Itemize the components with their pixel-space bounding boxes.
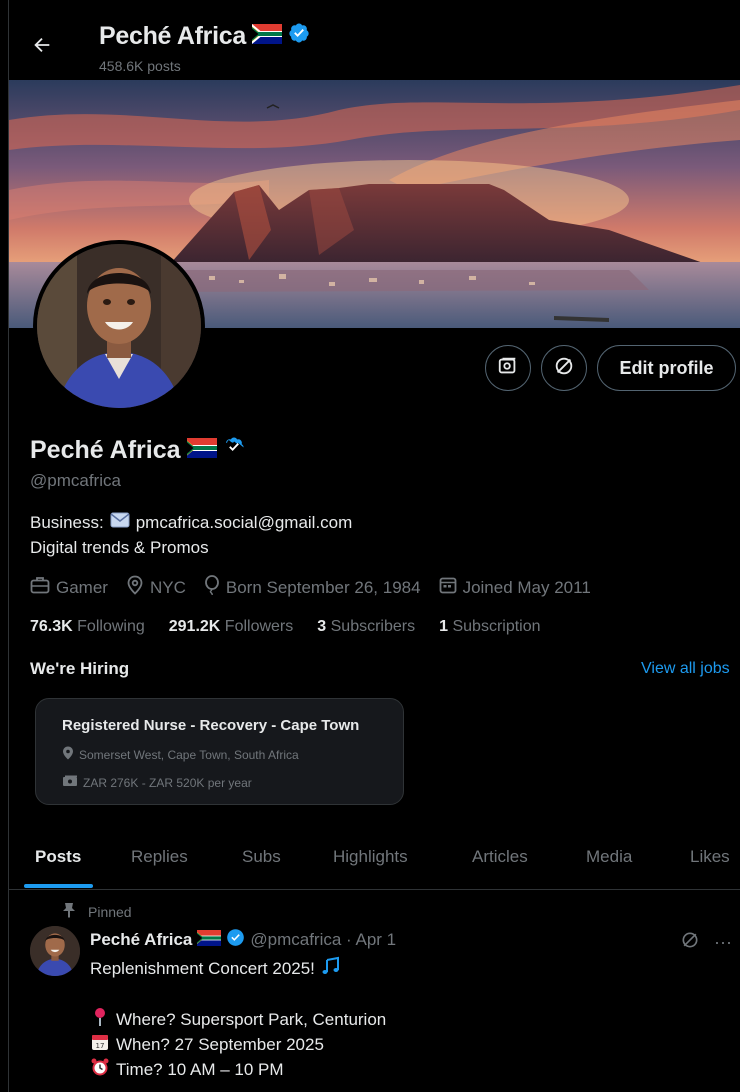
location-pin-icon <box>62 746 74 763</box>
active-tab-indicator <box>24 884 93 888</box>
job-salary: ZAR 276K - ZAR 520K per year <box>62 775 252 790</box>
pinned-label: Pinned <box>62 902 132 921</box>
header-title: Peché Africa <box>99 22 310 51</box>
meta-joined-text: Joined May 2011 <box>462 577 591 597</box>
verified-badge-icon <box>226 928 245 952</box>
view-all-jobs-link[interactable]: View all jobs <box>641 660 730 678</box>
subscription-link[interactable]: 1 Subscription <box>439 618 540 636</box>
grok-button[interactable] <box>485 345 531 391</box>
profile-avatar[interactable] <box>33 240 205 412</box>
profile-tabs: Posts Replies Subs Highlights Articles M… <box>9 830 740 890</box>
back-arrow-icon[interactable] <box>31 34 53 56</box>
post-author[interactable]: Peché Africa <box>90 930 192 950</box>
bio-email[interactable]: pmcafrica.social@gmail.com <box>136 513 353 533</box>
pushpin-emoji-icon <box>90 1007 110 1032</box>
post-time-text: Time? 10 AM – 10 PM <box>116 1059 284 1079</box>
svg-text:17: 17 <box>96 1042 105 1050</box>
pinned-text: Pinned <box>88 903 132 920</box>
subscription-label: Subscription <box>452 618 541 635</box>
tab-replies[interactable]: Replies <box>131 847 188 867</box>
verified-badge-icon[interactable] <box>223 436 245 465</box>
tab-media[interactable]: Media <box>586 847 632 867</box>
header-name: Peché Africa <box>99 22 246 50</box>
meta-category-text: Gamer <box>56 577 108 597</box>
edit-profile-button[interactable]: Edit profile <box>597 345 736 391</box>
tab-likes[interactable]: Likes <box>690 847 730 867</box>
subscribers-label: Subscribers <box>330 618 416 635</box>
more-icon[interactable]: ··· <box>714 932 732 953</box>
music-notes-icon <box>321 956 341 981</box>
verified-badge-icon <box>288 22 310 51</box>
south-africa-flag-icon <box>186 436 217 465</box>
ban-icon[interactable] <box>680 930 700 955</box>
pin-icon <box>62 902 76 921</box>
calendar-icon <box>439 576 457 599</box>
post-line-1-text: Replenishment Concert 2025! <box>90 958 315 978</box>
profile-stats: 76.3K Following 291.2K Followers 3 Subsc… <box>30 618 565 636</box>
post-when: 17 When? 27 September 2025 <box>90 1032 324 1057</box>
ban-icon <box>553 355 575 382</box>
bio-line-1: Business: pmcafrica.social@gmail.com <box>30 512 352 533</box>
post-actions: ··· <box>680 930 732 955</box>
job-title: Registered Nurse - Recovery - Cape Town <box>62 717 360 734</box>
job-card[interactable]: Registered Nurse - Recovery - Cape Town … <box>35 698 404 805</box>
post-when-text: When? 27 September 2025 <box>116 1034 324 1054</box>
tab-posts[interactable]: Posts <box>35 847 81 867</box>
posts-count: 458.6K posts <box>99 58 181 74</box>
bio-label: Business: <box>30 512 104 532</box>
money-icon <box>62 775 78 790</box>
following-count: 76.3K <box>30 618 73 635</box>
followers-link[interactable]: 291.2K Followers <box>169 618 294 636</box>
following-link[interactable]: 76.3K Following <box>30 618 145 636</box>
post-avatar[interactable] <box>30 926 80 976</box>
job-location: Somerset West, Cape Town, South Africa <box>62 746 299 763</box>
location-pin-icon <box>126 575 144 600</box>
profile-name: Peché Africa <box>30 436 181 464</box>
meta-category: Gamer <box>30 576 108 599</box>
grok-icon <box>497 355 519 382</box>
profile-header-bar: Peché Africa 458.6K posts <box>9 0 740 80</box>
subscription-count: 1 <box>439 618 449 635</box>
followers-count: 291.2K <box>168 618 221 635</box>
calendar-emoji-icon: 17 <box>90 1032 110 1057</box>
meta-location: NYC <box>126 575 186 600</box>
alarm-clock-emoji-icon <box>90 1057 110 1082</box>
south-africa-flag-icon <box>251 22 282 51</box>
following-label: Following <box>77 618 145 635</box>
profile-meta: Gamer NYC Born September 26, 1984 Joined… <box>30 575 609 600</box>
post-where-text: Where? Supersport Park, Centurion <box>116 1009 387 1029</box>
meta-location-text: NYC <box>149 577 186 597</box>
post-time: Time? 10 AM – 10 PM <box>90 1057 284 1082</box>
post-where: Where? Supersport Park, Centurion <box>90 1007 386 1032</box>
meta-born-text: Born September 26, 1984 <box>225 577 421 597</box>
tab-articles[interactable]: Articles <box>472 847 528 867</box>
post-line-1: Replenishment Concert 2025! <box>90 956 341 981</box>
job-location-text: Somerset West, Cape Town, South Africa <box>79 747 299 762</box>
hiring-heading: We're Hiring <box>30 659 130 678</box>
profile-handle: @pmcafrica <box>30 471 121 490</box>
post-handle-date: @pmcafrica · Apr 1 <box>250 930 397 949</box>
south-africa-flag-icon <box>197 929 222 951</box>
followers-label: Followers <box>224 618 294 635</box>
post-header: Peché Africa @pmcafrica · Apr 1 <box>90 928 396 952</box>
block-button[interactable] <box>541 345 587 391</box>
subscribers-link[interactable]: 3 Subscribers <box>317 618 415 636</box>
envelope-icon <box>110 512 130 533</box>
balloon-icon <box>204 575 220 600</box>
tab-highlights[interactable]: Highlights <box>333 847 408 867</box>
tab-subs[interactable]: Subs <box>242 847 281 867</box>
meta-joined: Joined May 2011 <box>439 576 591 599</box>
profile-name-row: Peché Africa <box>30 436 245 465</box>
bio-line-2: Digital trends & Promos <box>30 538 209 557</box>
subscribers-count: 3 <box>317 618 327 635</box>
briefcase-icon <box>30 576 50 599</box>
meta-born: Born September 26, 1984 <box>204 575 421 600</box>
job-salary-text: ZAR 276K - ZAR 520K per year <box>83 775 252 790</box>
